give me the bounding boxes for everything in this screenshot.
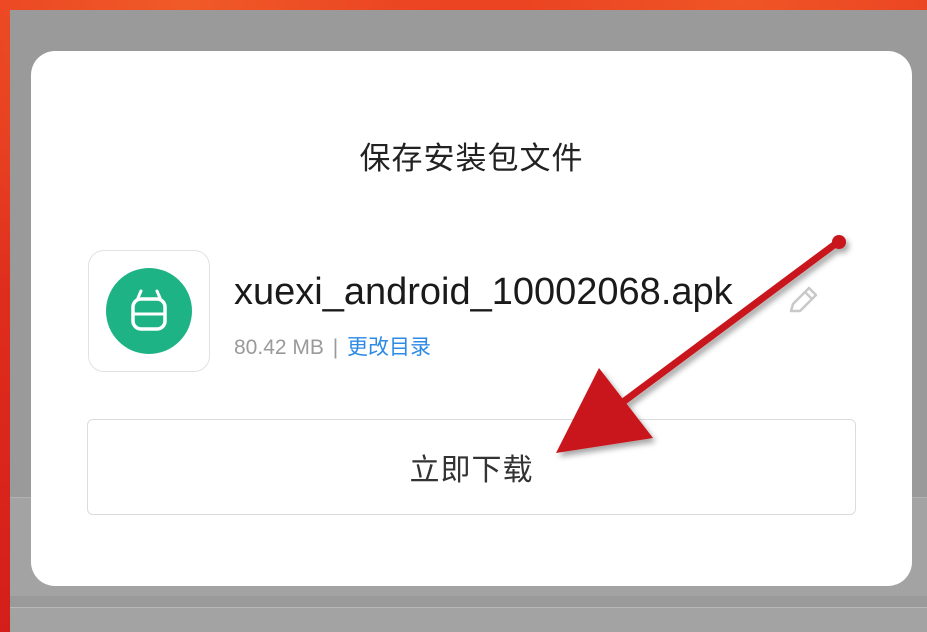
android-glyph-icon: [131, 289, 167, 331]
app-icon: [88, 250, 210, 372]
dialog-title: 保存安装包文件: [359, 141, 584, 177]
change-directory-link[interactable]: 更改目录: [347, 336, 431, 359]
file-meta: 80.42 MB | 更改目录: [234, 331, 431, 361]
save-apk-dialog: 保存安装包文件 xuexi_android_10002068.apk 80.42…: [31, 51, 912, 586]
download-now-button[interactable]: 立即下载: [87, 419, 856, 515]
file-name: xuexi_android_10002068.apk: [234, 271, 733, 313]
meta-separator: |: [332, 336, 339, 359]
android-app-icon: [106, 268, 192, 354]
pencil-icon[interactable]: [785, 283, 821, 319]
file-size: 80.42 MB: [234, 336, 324, 359]
background-panel-bottom: [10, 607, 927, 632]
